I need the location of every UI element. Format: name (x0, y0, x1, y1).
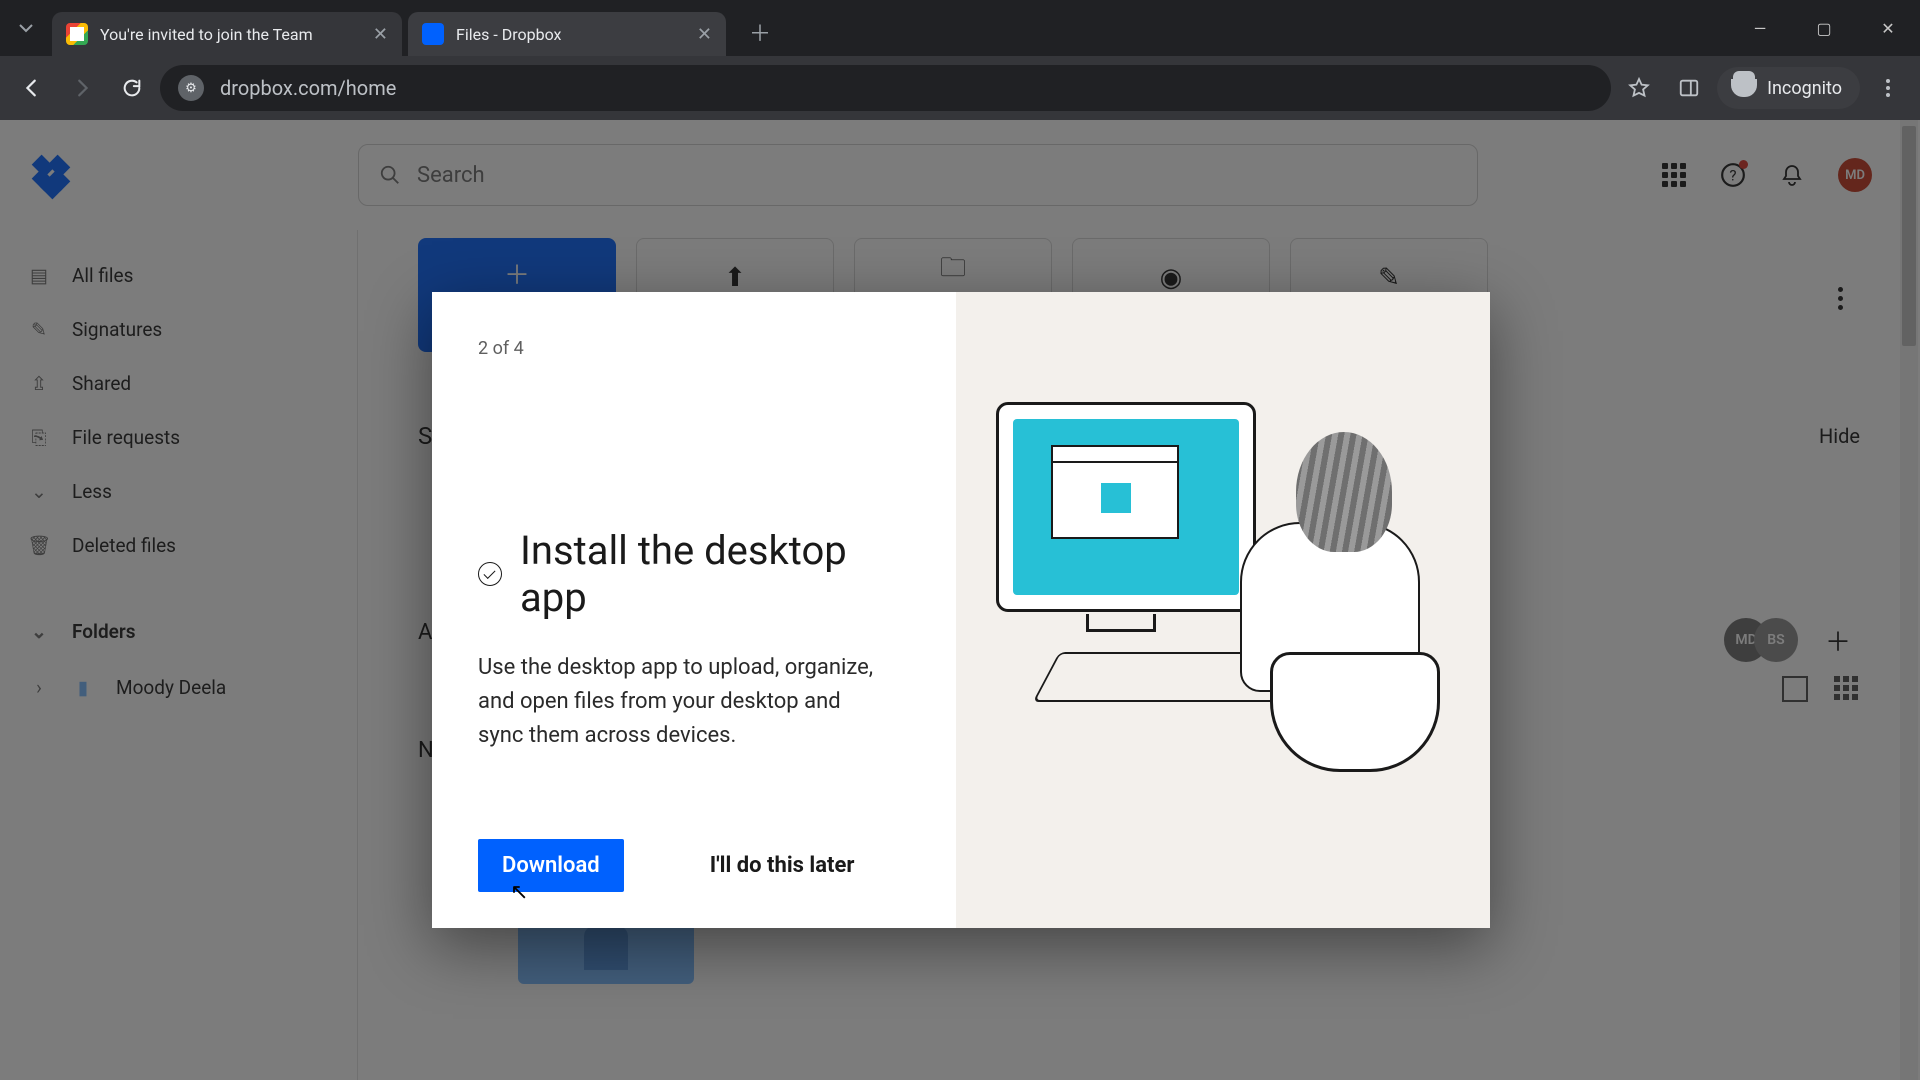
tab-gmail[interactable]: You're invited to join the Team ✕ (52, 12, 402, 56)
incognito-icon (1731, 79, 1757, 97)
site-settings-icon[interactable]: ⚙ (178, 75, 204, 101)
modal-illustration (956, 292, 1490, 928)
modal-description: Use the desktop app to upload, organize,… (478, 651, 888, 753)
chevron-down-icon (18, 20, 34, 36)
window-controls: ― ▢ ✕ (1728, 0, 1920, 56)
close-icon[interactable]: ✕ (697, 24, 712, 45)
cursor-icon: ↖ (510, 880, 528, 905)
modal-title-row: Install the desktop app (478, 527, 916, 621)
kebab-icon (1878, 78, 1898, 98)
check-circle-icon (478, 562, 502, 586)
star-icon (1627, 76, 1651, 100)
maximize-button[interactable]: ▢ (1792, 0, 1856, 56)
browser-menu-button[interactable] (1866, 66, 1910, 110)
close-window-button[interactable]: ✕ (1856, 0, 1920, 56)
bookmark-button[interactable] (1617, 66, 1661, 110)
modal-content: 2 of 4 Install the desktop app Use the d… (432, 292, 956, 928)
dropbox-icon (422, 23, 444, 45)
reload-button[interactable] (110, 66, 154, 110)
modal-title: Install the desktop app (520, 527, 916, 621)
address-bar: ⚙ dropbox.com/home Incognito (0, 56, 1920, 120)
step-indicator: 2 of 4 (478, 338, 916, 359)
incognito-indicator[interactable]: Incognito (1717, 67, 1860, 109)
viewport: Search ? MD ▤ All (0, 120, 1920, 1080)
incognito-label: Incognito (1767, 78, 1842, 99)
forward-button[interactable] (60, 66, 104, 110)
do-later-link[interactable]: I'll do this later (710, 853, 855, 878)
puzzle-icon (1101, 483, 1131, 513)
url-text: dropbox.com/home (220, 76, 396, 100)
gmail-icon (66, 23, 88, 45)
tab-search-button[interactable] (0, 0, 52, 56)
onboarding-modal: 2 of 4 Install the desktop app Use the d… (432, 292, 1490, 928)
back-button[interactable] (10, 66, 54, 110)
tab-title: You're invited to join the Team (100, 25, 363, 44)
tab-title: Files - Dropbox (456, 25, 687, 44)
download-button[interactable]: Download (478, 839, 624, 892)
arrow-right-icon (71, 77, 93, 99)
minimize-button[interactable]: ― (1728, 0, 1792, 56)
arrow-left-icon (21, 77, 43, 99)
side-panel-button[interactable] (1667, 66, 1711, 110)
reload-icon (121, 77, 143, 99)
person-illustration (1210, 432, 1440, 762)
close-icon[interactable]: ✕ (373, 24, 388, 45)
browser-tab-strip: You're invited to join the Team ✕ Files … (0, 0, 1920, 56)
new-tab-button[interactable]: ＋ (740, 12, 780, 52)
tab-dropbox[interactable]: Files - Dropbox ✕ (408, 12, 726, 56)
url-field[interactable]: ⚙ dropbox.com/home (160, 65, 1611, 111)
modal-actions: Download I'll do this later (478, 839, 916, 892)
panel-icon (1678, 77, 1700, 99)
